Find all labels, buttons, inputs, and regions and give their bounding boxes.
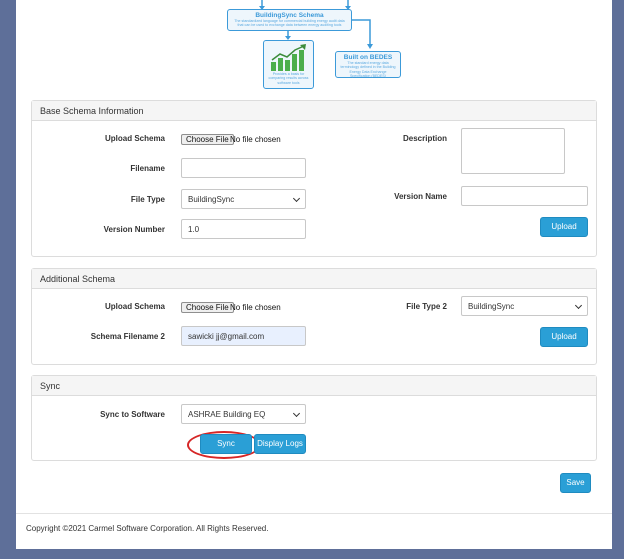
- no-file-text: No file chosen: [230, 135, 281, 144]
- version-number-input[interactable]: 1.0: [181, 219, 306, 239]
- schema-box-subtitle: The standardized language for commercial…: [234, 19, 345, 28]
- chevron-down-icon: [292, 409, 301, 418]
- sync-button[interactable]: Sync: [200, 434, 252, 454]
- base-schema-panel: Base Schema Information Upload Schema Ch…: [31, 100, 597, 257]
- description-label: Description: [402, 134, 447, 143]
- no-file-2-text: No file chosen: [230, 303, 281, 312]
- chart-box: Provides a basis for comparing results a…: [263, 40, 314, 89]
- footer-divider: [16, 513, 612, 514]
- footer-copyright: Copyright ©2021 Carmel Software Corporat…: [26, 524, 269, 533]
- chevron-down-icon: [574, 301, 583, 310]
- file-type-select[interactable]: BuildingSync: [181, 189, 306, 209]
- save-button[interactable]: Save: [560, 473, 591, 493]
- choose-file-button[interactable]: Choose File: [181, 134, 234, 145]
- buildingsync-diagram: BuildingSync Schema The standardized lan…: [16, 0, 612, 96]
- chart-box-subtitle: Provides a basis for comparing results a…: [268, 72, 309, 85]
- sync-software-select[interactable]: ASHRAE Building EQ: [181, 404, 306, 424]
- chevron-down-icon: [292, 194, 301, 203]
- sync-panel: Sync Sync to Software ASHRAE Building EQ…: [31, 375, 597, 461]
- buildingsync-schema-box: BuildingSync Schema The standardized lan…: [227, 9, 352, 31]
- file-type-2-label: File Type 2: [406, 302, 447, 311]
- file-type-value: BuildingSync: [188, 195, 235, 204]
- schema-filename-2-label: Schema Filename 2: [90, 332, 165, 341]
- file-type-2-select[interactable]: BuildingSync: [461, 296, 588, 316]
- upload-schema-label: Upload Schema: [104, 134, 165, 143]
- display-logs-button[interactable]: Display Logs: [254, 434, 306, 454]
- bedes-box-subtitle: The standard energy data terminology def…: [340, 61, 396, 79]
- description-textarea[interactable]: [461, 128, 565, 174]
- version-number-label: Version Number: [103, 225, 165, 234]
- version-name-input[interactable]: [461, 186, 588, 206]
- upload-additional-schema-button[interactable]: Upload: [540, 327, 588, 347]
- bedes-box: Built on BEDES The standard energy data …: [335, 51, 401, 78]
- bedes-box-title: Built on BEDES: [343, 54, 393, 61]
- filename-label: Filename: [130, 164, 165, 173]
- additional-schema-header: Additional Schema: [32, 269, 596, 289]
- filename-input[interactable]: [181, 158, 306, 178]
- main-page: BuildingSync Schema The standardized lan…: [16, 0, 612, 549]
- upload-base-schema-button[interactable]: Upload: [540, 217, 588, 237]
- file-type-2-value: BuildingSync: [468, 302, 515, 311]
- sync-software-value: ASHRAE Building EQ: [188, 410, 266, 419]
- file-type-label: File Type: [130, 195, 165, 204]
- schema-box-title: BuildingSync Schema: [255, 12, 324, 19]
- sync-to-software-label: Sync to Software: [100, 410, 165, 419]
- growth-chart-icon: [270, 44, 306, 71]
- additional-schema-panel: Additional Schema Upload Schema Choose F…: [31, 268, 597, 365]
- version-name-label: Version Name: [394, 192, 447, 201]
- schema-filename-2-input[interactable]: sawicki jj@gmail.com: [181, 326, 306, 346]
- choose-file-2-button[interactable]: Choose File: [181, 302, 234, 313]
- base-schema-header: Base Schema Information: [32, 101, 596, 121]
- upload-schema-2-label: Upload Schema: [104, 302, 165, 311]
- sync-header: Sync: [32, 376, 596, 396]
